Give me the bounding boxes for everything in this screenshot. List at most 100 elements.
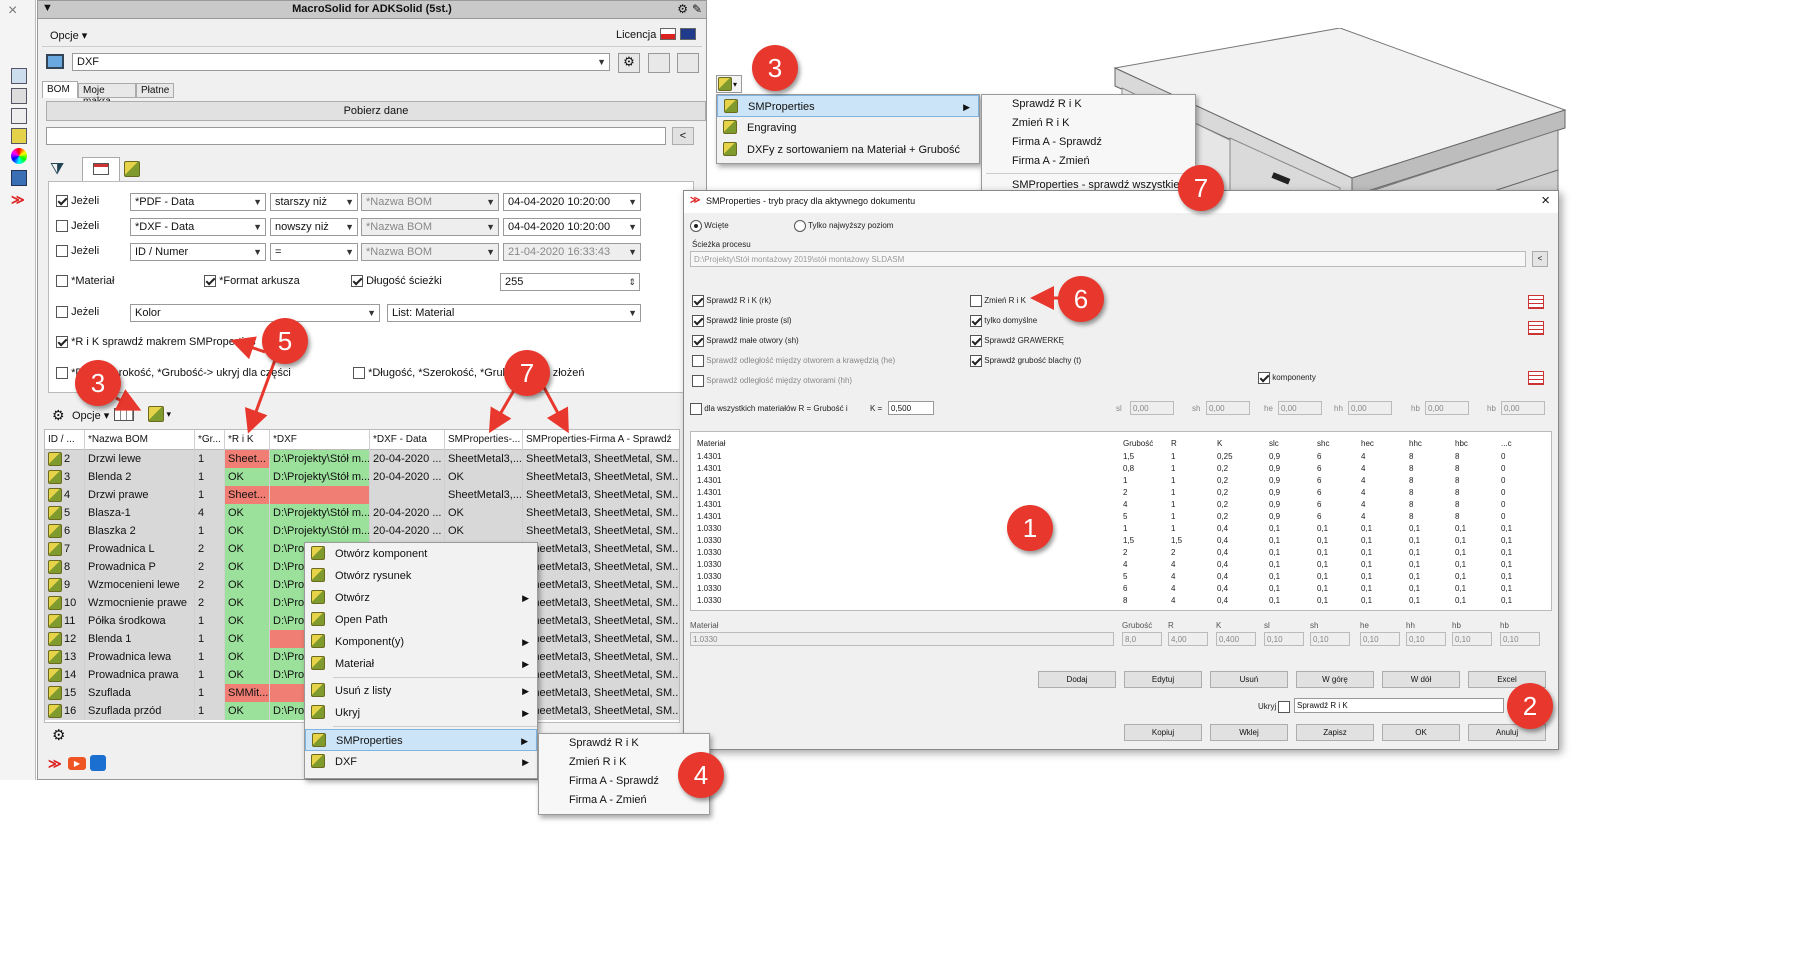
- filter-field-select[interactable]: *PDF - Data ▼: [130, 193, 266, 211]
- top-macro-button[interactable]: ▾: [716, 75, 742, 93]
- top-menu-item[interactable]: SMProperties ▶: [717, 95, 979, 117]
- material-table-row[interactable]: 1.4301 5 1 0,2 0,9 6 4 8 8 0: [691, 512, 1551, 524]
- context-item[interactable]: Materiał ▶: [305, 653, 537, 675]
- column-header[interactable]: SMProperties-Firma A - Sprawdź: [523, 430, 679, 450]
- param-input[interactable]: 0,00: [1348, 401, 1392, 415]
- dialog-mid-check[interactable]: tylko domyślne: [970, 315, 1037, 327]
- dialog-left-check[interactable]: Sprawdź linie proste (sl): [692, 315, 792, 327]
- param-input[interactable]: 0,00: [1206, 401, 1250, 415]
- edit-input[interactable]: 0,10: [1452, 632, 1492, 646]
- export-icon[interactable]: [648, 53, 670, 73]
- material-table-row[interactable]: 1.0330 4 4 0,4 0,1 0,1 0,1 0,1 0,1 0,1: [691, 560, 1551, 572]
- context-item[interactable]: Usuń z listy ▶: [305, 680, 537, 702]
- dialog-button-3[interactable]: W górę: [1296, 671, 1374, 688]
- dialog-left-check[interactable]: Sprawdź małe otwory (sh): [692, 335, 799, 347]
- dialog-mid-check[interactable]: Sprawdź GRAWERKĘ: [970, 335, 1064, 347]
- context-item[interactable]: DXF ▶: [305, 751, 537, 773]
- dialog-left-check[interactable]: Sprawdź R i K (rk): [692, 295, 771, 307]
- color-field-select[interactable]: Kolor ▼: [130, 304, 380, 322]
- table-row[interactable]: 6 Blaszka 2 1 OK D:\Projekty\Stół m... 20-04-…: [45, 522, 679, 540]
- top-menu-item[interactable]: Engraving: [717, 117, 979, 139]
- home-icon[interactable]: [11, 68, 27, 84]
- dialog-button-2[interactable]: Usuń: [1210, 671, 1288, 688]
- table-row[interactable]: 4 Drzwi prawe 1 Sheet... SheetMetal3,... Shee…: [45, 486, 679, 504]
- logo-icon[interactable]: ≫: [48, 756, 62, 772]
- gear-icon[interactable]: ⚙: [618, 53, 640, 73]
- grid-options-menu[interactable]: Opcje ▾: [72, 409, 109, 422]
- context-item[interactable]: Otwórz ▶: [305, 587, 537, 609]
- column-header[interactable]: *DXF - Data: [370, 430, 445, 450]
- tab-my-macros[interactable]: Moje makra: [78, 83, 136, 107]
- material-table-row[interactable]: 1.0330 6 4 0,4 0,1 0,1 0,1 0,1 0,1 0,1: [691, 584, 1551, 596]
- all-materials-check[interactable]: dla wszystkich materiałów R = Grubość i: [690, 403, 848, 415]
- material-table-header[interactable]: shc: [1317, 439, 1329, 448]
- edit-input[interactable]: 4,00: [1168, 632, 1208, 646]
- list-icon-1[interactable]: [1528, 295, 1544, 309]
- context-item[interactable]: SMProperties ▶: [305, 729, 537, 751]
- edit-input[interactable]: 1.0330: [690, 632, 1114, 646]
- table-row[interactable]: 5 Blasza-1 4 OK D:\Projekty\Stół m... 20-04-2…: [45, 504, 679, 522]
- pin-icon[interactable]: ✎: [692, 2, 702, 16]
- footer-gear-icon[interactable]: ⚙: [52, 726, 65, 744]
- top-submenu-item[interactable]: Firma A - Zmień: [982, 152, 1195, 171]
- dialog-button-1[interactable]: Edytuj: [1124, 671, 1202, 688]
- chevrons-icon[interactable]: ≫: [11, 192, 25, 208]
- opt-material[interactable]: *Materiał: [56, 275, 114, 288]
- filter-field-select[interactable]: *DXF - Data ▼: [130, 218, 266, 236]
- material-table-header[interactable]: Materiał: [697, 439, 725, 448]
- smproperties-macro-icon[interactable]: ▾: [148, 406, 171, 422]
- fetch-data-button[interactable]: Pobierz dane: [46, 101, 706, 121]
- dialog-action-button-0[interactable]: Kopiuj: [1124, 724, 1202, 741]
- radio-indented[interactable]: Wcięte: [690, 220, 729, 232]
- hide-field[interactable]: Sprawdź R i K: [1294, 698, 1504, 713]
- filter-row-check[interactable]: Jeżeli: [56, 220, 99, 233]
- filter-date-picker[interactable]: 04-04-2020 10:20:00 ▼: [503, 193, 641, 211]
- teamviewer-icon[interactable]: [90, 755, 106, 771]
- param-input[interactable]: 0,00: [1278, 401, 1322, 415]
- edit-input[interactable]: 8,0: [1122, 632, 1162, 646]
- filter-operator-select[interactable]: = ▼: [270, 243, 358, 261]
- color-wheel-icon[interactable]: [11, 148, 27, 164]
- dialog-button-4[interactable]: W dół: [1382, 671, 1460, 688]
- material-table-row[interactable]: 1.4301 0,8 1 0,2 0,9 6 4 8 8 0: [691, 464, 1551, 476]
- options-menu[interactable]: Opcje ▾: [50, 29, 87, 42]
- material-table-row[interactable]: 1.4301 1,5 1 0,25 0,9 6 4 8 8 0: [691, 452, 1551, 464]
- length-input[interactable]: 255 ⇕: [500, 273, 640, 291]
- search-input[interactable]: [46, 127, 666, 145]
- material-table-row[interactable]: 1.4301 4 1 0,2 0,9 6 4 8 8 0: [691, 500, 1551, 512]
- filter-reference-select[interactable]: *Nazwa BOM ▼: [361, 218, 499, 236]
- filter-reference-select[interactable]: *Nazwa BOM ▼: [361, 193, 499, 211]
- column-header[interactable]: *DXF: [270, 430, 370, 450]
- color-filter-check[interactable]: Jeżeli: [56, 306, 99, 319]
- column-header[interactable]: SMProperties-...: [445, 430, 523, 450]
- license-label[interactable]: Licencja: [616, 29, 656, 41]
- material-table-header[interactable]: ...c: [1501, 439, 1512, 448]
- radio-top-level[interactable]: Tylko najwyższy poziom: [794, 220, 893, 232]
- list-icon-3[interactable]: [1528, 371, 1544, 385]
- edit-input[interactable]: 0,10: [1500, 632, 1540, 646]
- filter-operator-select[interactable]: starszy niż ▼: [270, 193, 358, 211]
- param-input[interactable]: 0,00: [1130, 401, 1174, 415]
- filter-row-check[interactable]: Jeżeli: [56, 245, 99, 258]
- context-item[interactable]: Open Path: [305, 609, 537, 631]
- material-table-header[interactable]: hbc: [1455, 439, 1468, 448]
- context-item[interactable]: Komponent(y) ▶: [305, 631, 537, 653]
- context-item[interactable]: Otwórz komponent: [305, 543, 537, 565]
- material-table-row[interactable]: 1.0330 8 4 0,4 0,1 0,1 0,1 0,1 0,1 0,1: [691, 596, 1551, 608]
- tab-paid[interactable]: Płatne: [136, 83, 174, 98]
- context-submenu-item[interactable]: Sprawdź R i K: [539, 734, 709, 753]
- copy-icon[interactable]: [677, 53, 699, 73]
- param-input[interactable]: 0,00: [1425, 401, 1469, 415]
- dialog-left-check[interactable]: Sprawdź odległość między otworami (hh): [692, 375, 852, 387]
- top-menu-item[interactable]: DXFy z sortowaniem na Materiał + Grubość: [717, 139, 979, 161]
- grid-options-icon[interactable]: ⚙: [52, 407, 65, 424]
- table-row[interactable]: 2 Drzwi lewe 1 Sheet... D:\Projekty\Stół m..…: [45, 450, 679, 468]
- dialog-mid-check[interactable]: Sprawdź grubość blachy (t): [970, 355, 1081, 367]
- filter-date-picker[interactable]: 04-04-2020 10:20:00 ▼: [503, 218, 641, 236]
- top-submenu-item[interactable]: Sprawdź R i K: [982, 95, 1195, 114]
- macro-tab-icon[interactable]: [124, 161, 140, 177]
- opt-format[interactable]: *Format arkusza: [204, 275, 300, 288]
- dialog-action-button-2[interactable]: Zapisz: [1296, 724, 1374, 741]
- material-table-header[interactable]: K: [1217, 439, 1222, 448]
- material-table-header[interactable]: hec: [1361, 439, 1374, 448]
